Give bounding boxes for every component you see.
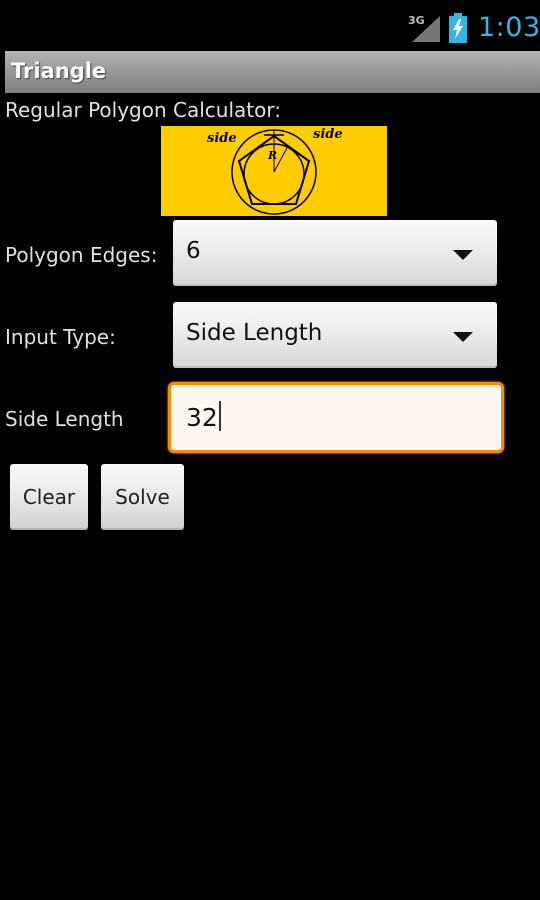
- side-length-label: Side Length: [5, 407, 124, 431]
- edges-label: Polygon Edges:: [5, 243, 158, 267]
- app-title: Triangle: [11, 59, 107, 83]
- solve-button[interactable]: Solve: [101, 464, 184, 530]
- edges-value: 6: [186, 238, 201, 264]
- text-cursor: [218, 401, 221, 431]
- polygon-diagram: side side R: [161, 126, 387, 216]
- input-type-value: Side Length: [186, 320, 323, 346]
- clock: 1:03: [478, 12, 540, 43]
- title-bar: Triangle: [5, 51, 540, 93]
- page-subtitle: Regular Polygon Calculator:: [5, 98, 281, 122]
- dropdown-arrow-icon: [453, 332, 473, 342]
- diagram-radius-label: R: [267, 149, 277, 162]
- input-type-label: Input Type:: [5, 325, 116, 349]
- diagram-side-right: side: [313, 127, 343, 142]
- battery-charging-icon: [449, 13, 467, 43]
- input-type-spinner[interactable]: Side Length: [173, 302, 497, 368]
- diagram-side-left: side: [207, 131, 237, 146]
- side-length-value: 32: [186, 403, 218, 432]
- dropdown-arrow-icon: [453, 250, 473, 260]
- clear-button[interactable]: Clear: [10, 464, 88, 530]
- cell-signal-icon: [412, 16, 440, 42]
- side-length-input[interactable]: 32: [168, 382, 504, 453]
- status-bar: 3G 1:03: [0, 0, 540, 50]
- edges-spinner[interactable]: 6: [173, 220, 497, 286]
- app-screen: 3G 1:03 Triangle Regular Polygon Calcula…: [0, 0, 540, 900]
